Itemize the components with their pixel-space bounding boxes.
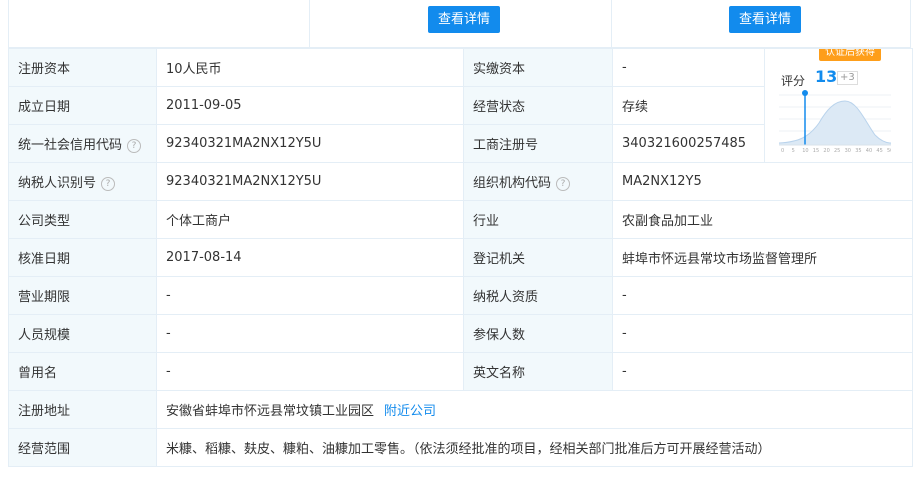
insured-count-label: 参保人数	[463, 314, 613, 353]
axis-ticks: 0 5 10 15 20 25 30 35 40 45 50	[781, 148, 891, 153]
axis-tick-label: 45	[876, 148, 882, 153]
axis-tick-label: 20	[823, 148, 829, 153]
business-term-value: -	[156, 276, 464, 315]
business-scope-value: 米糠、稻糠、麸皮、糠粕、油糠加工零售。（依法须经批准的项目，经相关部门批准后方可…	[156, 428, 913, 467]
help-icon[interactable]: ?	[101, 176, 116, 191]
approval-date-label: 核准日期	[8, 238, 157, 277]
table-row: 曾用名 - 英文名称 -	[8, 352, 913, 391]
table-row: 人员规模 - 参保人数 -	[8, 314, 913, 353]
help-icon[interactable]: ?	[556, 176, 571, 191]
insured-count-value: -	[612, 314, 913, 353]
taxpayer-id-value: 92340321MA2NX12Y5U	[156, 162, 464, 201]
operating-status-value: 存续	[612, 86, 765, 125]
registration-authority-label: 登记机关	[463, 238, 613, 277]
axis-tick-label: 5	[792, 148, 795, 153]
top-action-bar: 查看详情 查看详情	[8, 0, 911, 48]
score-distribution-chart: 0 5 10 15 20 25 30 35 40 45 50	[779, 90, 891, 153]
axis-tick-label: 35	[855, 148, 861, 153]
view-details-button[interactable]: 查看详情	[428, 6, 501, 33]
registered-capital-label: 注册资本	[8, 48, 157, 87]
table-row: 公司类型 个体工商户 行业 农副食品加工业	[8, 200, 913, 239]
score-bonus: +3	[837, 71, 858, 85]
nearby-companies-link[interactable]: 附近公司	[384, 404, 436, 419]
credit-code-value: 92340321MA2NX12Y5U	[156, 124, 464, 163]
org-code-label: 组织机构代码?	[463, 162, 613, 201]
former-name-value: -	[156, 352, 464, 391]
former-name-label: 曾用名	[8, 352, 157, 391]
paid-in-capital-label: 实缴资本	[463, 48, 613, 87]
business-reg-no-value: 340321600257485	[612, 124, 765, 163]
registered-address-label: 注册地址	[8, 390, 157, 429]
axis-tick-label: 25	[834, 148, 840, 153]
credit-code-label: 统一社会信用代码?	[8, 124, 157, 163]
view-details-button[interactable]: 查看详情	[729, 6, 802, 33]
axis-tick-label: 15	[813, 148, 819, 153]
business-reg-no-label: 工商注册号	[463, 124, 613, 163]
company-type-label: 公司类型	[8, 200, 157, 239]
registered-capital-value: 10人民币	[156, 48, 464, 87]
table-row: 核准日期 2017-08-14 登记机关 蚌埠市怀远县常坟市场监督管理所	[8, 238, 913, 277]
approval-date-value: 2017-08-14	[156, 238, 464, 277]
score-marker	[802, 90, 808, 96]
staff-size-value: -	[156, 314, 464, 353]
taxpayer-id-label: 纳税人识别号?	[8, 162, 157, 201]
industry-value: 农副食品加工业	[612, 200, 913, 239]
org-code-value: MA2NX12Y5	[612, 162, 913, 201]
registration-authority-value: 蚌埠市怀远县常坟市场监督管理所	[612, 238, 913, 277]
english-name-label: 英文名称	[463, 352, 613, 391]
registered-address-value: 安徽省蚌埠市怀远县常坟镇工业园区 附近公司	[156, 390, 913, 429]
divider	[611, 0, 612, 47]
taxpayer-qualification-label: 纳税人资质	[463, 276, 613, 315]
business-info-table: 注册资本 10人民币 实缴资本 - 认证后获得 评分 13 +3 0 5 10 …	[8, 48, 913, 467]
business-scope-label: 经营范围	[8, 428, 157, 467]
table-row: 纳税人识别号? 92340321MA2NX12Y5U 组织机构代码? MA2NX…	[8, 162, 913, 201]
english-name-value: -	[612, 352, 913, 391]
company-type-value: 个体工商户	[156, 200, 464, 239]
paid-in-capital-value: -	[612, 48, 765, 87]
establish-date-value: 2011-09-05	[156, 86, 464, 125]
axis-tick-label: 0	[781, 148, 784, 153]
divider	[309, 0, 310, 47]
table-row: 注册地址 安徽省蚌埠市怀远县常坟镇工业园区 附近公司	[8, 390, 913, 429]
axis-tick-label: 10	[802, 148, 808, 153]
help-icon[interactable]: ?	[127, 138, 142, 153]
score-value: 13	[815, 67, 838, 86]
axis-tick-label: 40	[866, 148, 872, 153]
table-row: 注册资本 10人民币 实缴资本 - 认证后获得 评分 13 +3 0 5 10 …	[8, 48, 913, 163]
certification-badge: 认证后获得	[819, 49, 881, 61]
industry-label: 行业	[463, 200, 613, 239]
table-row: 营业期限 - 纳税人资质 -	[8, 276, 913, 315]
axis-tick-label: 50	[887, 148, 891, 153]
taxpayer-qualification-value: -	[612, 276, 913, 315]
table-row: 经营范围 米糠、稻糠、麸皮、糠粕、油糠加工零售。（依法须经批准的项目，经相关部门…	[8, 428, 913, 467]
score-panel[interactable]: 认证后获得 评分 13 +3 05101520253035404550	[764, 48, 913, 163]
distribution-area	[779, 101, 891, 145]
axis-tick-label: 30	[845, 148, 851, 153]
staff-size-label: 人员规模	[8, 314, 157, 353]
establish-date-label: 成立日期	[8, 86, 157, 125]
operating-status-label: 经营状态	[463, 86, 613, 125]
business-term-label: 营业期限	[8, 276, 157, 315]
